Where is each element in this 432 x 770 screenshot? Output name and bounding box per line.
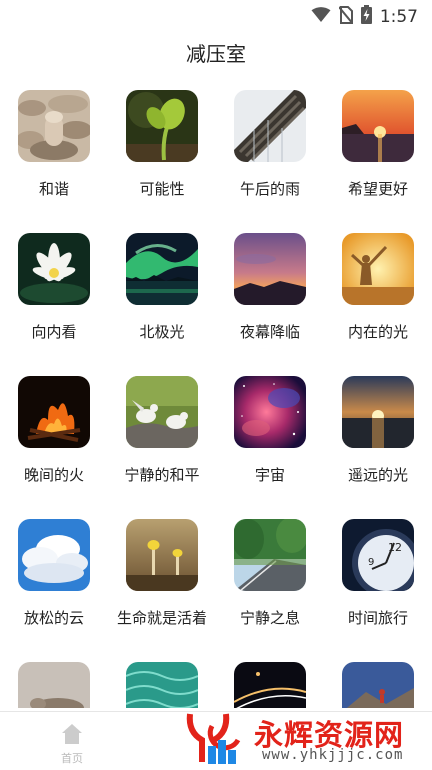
relax-item-label: 午后的雨 — [239, 180, 300, 198]
relax-item-label: 宁静之息 — [239, 609, 300, 627]
night-traffic-image — [234, 662, 306, 708]
relax-item-label: 遥远的光 — [347, 466, 408, 484]
aurora-image — [126, 233, 198, 305]
clouds-image — [18, 519, 90, 591]
status-icons: 1:57 — [311, 5, 418, 28]
relax-item-look-inward[interactable]: 向内看 — [0, 231, 108, 374]
sunset-sea-image — [342, 90, 414, 162]
status-time: 1:57 — [379, 6, 418, 27]
relax-item-label: 宇宙 — [254, 466, 285, 484]
relax-item-climber[interactable] — [324, 660, 432, 708]
relax-item-label: 生命就是活着 — [116, 609, 207, 627]
horizon-sun-image — [342, 376, 414, 448]
relax-item-life-is-living[interactable]: 生命就是活着 — [108, 517, 216, 660]
relax-item-label: 向内看 — [31, 323, 77, 341]
relax-item-label: 晚间的火 — [23, 466, 84, 484]
mushrooms-image — [126, 519, 198, 591]
relax-item-label: 希望更好 — [347, 180, 408, 198]
relax-item-quiet-breath[interactable]: 宁静之息 — [216, 517, 324, 660]
relax-item-inner-light[interactable]: 内在的光 — [324, 231, 432, 374]
wifi-icon — [311, 6, 331, 27]
relax-item-grid: 和谐 可能性 午后的雨 希望更好 向内看 北极光 夜幕降临 内在的光 晚间的火 … — [0, 88, 432, 708]
campfire-image — [18, 376, 90, 448]
relax-item-label: 可能性 — [139, 180, 185, 198]
home-icon — [60, 722, 84, 750]
relax-item-afternoon-rain[interactable]: 午后的雨 — [216, 88, 324, 231]
doves-image — [126, 376, 198, 448]
relax-item-label: 内在的光 — [347, 323, 408, 341]
sunrise-person-image — [342, 233, 414, 305]
rain-roof-image — [234, 90, 306, 162]
tab-home[interactable]: 首页 — [46, 720, 98, 766]
dusk-sky-image — [234, 233, 306, 305]
relax-item-label: 时间旅行 — [347, 609, 408, 627]
relax-item-relaxing-clouds[interactable]: 放松的云 — [0, 517, 108, 660]
svg-text:9: 9 — [368, 557, 374, 568]
watermark-url: www.yhkjjjc.com — [262, 747, 404, 763]
relax-item-evening-fire[interactable]: 晚间的火 — [0, 374, 108, 517]
watermark: 永辉资源网 www.yhkjjjc.com — [176, 708, 432, 769]
zen-stones-image — [18, 90, 90, 162]
relax-item-label: 和谐 — [38, 180, 69, 198]
sleeping-cat-image — [18, 662, 90, 708]
page-title: 减压室 — [186, 42, 246, 66]
tab-home-label: 首页 — [61, 752, 83, 765]
relax-item-peaceful[interactable]: 宁静的和平 — [108, 374, 216, 517]
relax-item-sleeping-cat[interactable] — [0, 660, 108, 708]
relax-item-nightfall[interactable]: 夜幕降临 — [216, 231, 324, 374]
relax-item-aurora[interactable]: 北极光 — [108, 231, 216, 374]
relax-item-time-travel[interactable]: 12 9 时间旅行 — [324, 517, 432, 660]
relax-item-distant-light[interactable]: 遥远的光 — [324, 374, 432, 517]
relax-item-label: 放松的云 — [23, 609, 84, 627]
lotus-image — [18, 233, 90, 305]
clock-image: 12 9 — [342, 519, 414, 591]
relax-item-label: 北极光 — [139, 323, 185, 341]
relax-item-harmony[interactable]: 和谐 — [0, 88, 108, 231]
status-bar: 1:57 — [0, 0, 432, 30]
no-sim-icon — [338, 5, 354, 28]
water-ripple-image — [126, 662, 198, 708]
relax-item-water[interactable] — [108, 660, 216, 708]
relax-item-universe[interactable]: 宇宙 — [216, 374, 324, 517]
battery-charging-icon — [360, 5, 372, 28]
relax-item-possibility[interactable]: 可能性 — [108, 88, 216, 231]
sprout-image — [126, 90, 198, 162]
relax-item-night-traffic[interactable] — [216, 660, 324, 708]
relax-item-label: 宁静的和平 — [124, 466, 200, 484]
relax-item-better-hope[interactable]: 希望更好 — [324, 88, 432, 231]
relax-item-label: 夜幕降临 — [239, 323, 300, 341]
watermark-logo-icon — [182, 710, 246, 770]
mountain-climber-image — [342, 662, 414, 708]
nebula-image — [234, 376, 306, 448]
road-trees-image — [234, 519, 306, 591]
